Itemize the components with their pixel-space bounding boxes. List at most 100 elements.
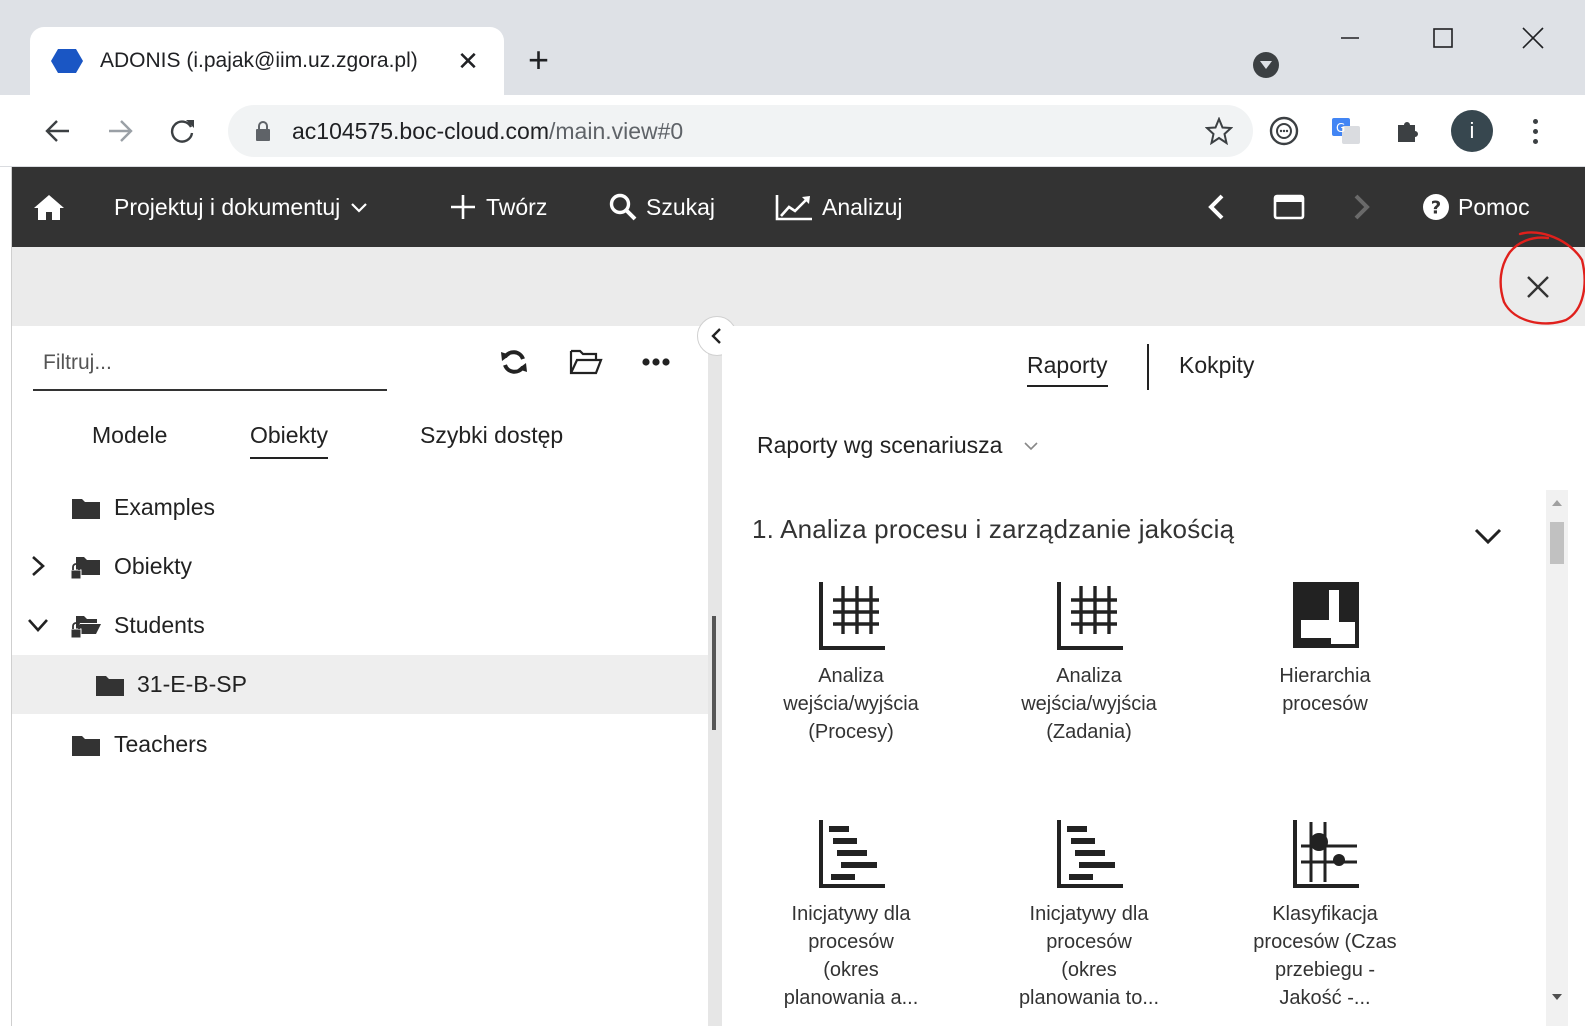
tab-objects[interactable]: Obiekty	[250, 422, 328, 459]
browser-menu-button[interactable]	[1520, 113, 1550, 149]
report-label: Analiza wejścia/wyjścia (Procesy)	[783, 665, 919, 743]
tab-divider	[1147, 344, 1149, 390]
report-label: Inicjatywy dla procesów (okres planowania t…	[1018, 903, 1160, 1009]
reload-icon	[170, 120, 194, 143]
new-tab-button[interactable]: +	[528, 40, 549, 80]
dot-icon	[1532, 128, 1538, 134]
reports-scrollbar[interactable]	[1546, 490, 1568, 1026]
close-panel-button[interactable]	[1518, 267, 1558, 307]
extensions-puzzle-button[interactable]	[1390, 113, 1426, 149]
folder-icon	[72, 736, 100, 756]
maximize-button[interactable]	[1413, 18, 1473, 58]
chat-extension-icon	[1269, 116, 1299, 146]
bookmark-star-icon[interactable]	[1205, 117, 1233, 145]
extension-button[interactable]	[1266, 113, 1302, 149]
search-button[interactable]: Szukaj	[608, 167, 715, 247]
svg-text:G: G	[1336, 121, 1345, 135]
chevron-down-icon	[1024, 441, 1039, 450]
folder-open-locked-icon	[70, 616, 101, 639]
design-menu-label: Projektuj i dokumentuj	[114, 193, 341, 220]
dot-icon	[1532, 118, 1538, 124]
matrix-icon	[819, 582, 885, 650]
tab-reports[interactable]: Raporty	[1027, 352, 1108, 387]
refresh-button[interactable]	[496, 344, 532, 380]
chevron-down-icon	[1474, 528, 1502, 545]
ellipsis-icon	[642, 358, 670, 366]
open-folder-button[interactable]	[568, 344, 604, 380]
tree-item-students[interactable]: Students	[12, 596, 708, 655]
report-label: Analiza wejścia/wyjścia (Zadania)	[1021, 665, 1157, 743]
analyze-button[interactable]: Analizuj	[774, 167, 903, 247]
browser-toolbar: ac104575.boc-cloud.com/main.view#0 G i	[0, 95, 1585, 167]
minimize-icon	[1341, 37, 1359, 39]
tree-item-obiekty[interactable]: Obiekty	[12, 537, 708, 596]
explorer-panel: Modele Obiekty Szybki dostęp Examples Ob…	[12, 326, 708, 1026]
adonis-logo-icon	[51, 49, 83, 73]
window-switch-button[interactable]	[1272, 167, 1314, 247]
media-control-icon[interactable]	[1253, 52, 1279, 78]
url-path: /main.view#0	[549, 117, 684, 144]
section-title: 1. Analiza procesu i zarządzanie jakości…	[752, 514, 1235, 544]
section-collapse-button[interactable]	[1470, 518, 1506, 554]
report-label: Hierarchia procesów	[1279, 665, 1371, 715]
lock-icon	[256, 121, 270, 141]
home-button[interactable]	[32, 167, 74, 247]
help-button[interactable]: ? Pomoc	[1422, 167, 1530, 247]
portfolio-icon	[1293, 820, 1359, 888]
window-close-button[interactable]	[1503, 18, 1563, 58]
app-header: Projektuj i dokumentuj Twórz Szukaj Anal…	[12, 167, 1585, 247]
translate-extension-button[interactable]: G	[1328, 113, 1364, 149]
create-label: Twórz	[486, 193, 548, 220]
tree-item-label: Obiekty	[114, 553, 192, 579]
report-process-classification[interactable]: Klasyfikacja procesów (Czas przebiegu - Jak…	[1230, 816, 1420, 1012]
profile-avatar[interactable]: i	[1451, 110, 1493, 152]
report-initiatives-planning-a[interactable]: Inicjatywy dla procesów (okres planowania a…	[756, 816, 946, 1012]
scroll-down-icon[interactable]	[1546, 990, 1568, 1004]
url-host: ac104575.boc-cloud.com	[292, 117, 549, 144]
next-window-button[interactable]	[1348, 167, 1382, 247]
tab-close-icon[interactable]: ✕	[454, 46, 482, 77]
tree-item-examples[interactable]: Examples	[12, 478, 708, 537]
minimize-button[interactable]	[1320, 18, 1380, 58]
scrollbar-thumb[interactable]	[1550, 522, 1564, 564]
more-options-button[interactable]	[638, 344, 674, 380]
report-process-hierarchy[interactable]: Hierarchia procesów	[1230, 578, 1420, 718]
tree-item-label: Students	[114, 612, 205, 638]
folder-icon	[96, 676, 124, 696]
tab-models[interactable]: Modele	[92, 422, 167, 457]
create-button[interactable]: Twórz	[448, 167, 547, 247]
reload-button[interactable]	[162, 111, 202, 151]
chevron-right-icon[interactable]	[26, 554, 50, 578]
panel-toolbar-strip	[12, 247, 1585, 326]
plus-icon	[451, 195, 475, 219]
tab-quick-access[interactable]: Szybki dostęp	[420, 422, 563, 457]
window-close-icon	[1522, 27, 1544, 49]
browser-tab[interactable]: ADONIS (i.pajak@iim.uz.zgora.pl) ✕	[30, 27, 504, 95]
address-bar[interactable]: ac104575.boc-cloud.com/main.view#0	[228, 105, 1253, 157]
report-initiatives-planning-to[interactable]: Inicjatywy dla procesów (okres planowania t…	[994, 816, 1184, 1012]
refresh-icon	[501, 350, 527, 374]
tree-item-teachers[interactable]: Teachers	[12, 715, 708, 774]
svg-text:?: ?	[1431, 198, 1441, 219]
scenario-select[interactable]: Raporty wg scenariusza	[757, 432, 1040, 459]
back-button[interactable]	[38, 111, 78, 151]
tab-cockpits[interactable]: Kokpity	[1179, 352, 1254, 385]
chevron-down-icon[interactable]	[26, 613, 50, 637]
previous-window-button[interactable]	[1204, 167, 1238, 247]
report-io-analysis-processes[interactable]: Analiza wejścia/wyjścia (Procesy)	[756, 578, 946, 746]
folder-icon	[72, 499, 100, 519]
chevron-right-icon	[1354, 194, 1370, 220]
scroll-up-icon[interactable]	[1546, 496, 1568, 510]
chevron-left-icon	[1208, 194, 1224, 220]
arrow-right-icon	[109, 120, 133, 142]
filter-input[interactable]	[33, 336, 387, 391]
puzzle-icon	[1398, 122, 1418, 142]
dot-icon	[1532, 138, 1538, 144]
design-and-document-menu[interactable]: Projektuj i dokumentuj	[114, 167, 378, 247]
reports-panel: Raporty Kokpity Raporty wg scenariusza 1…	[722, 326, 1585, 1026]
report-io-analysis-tasks[interactable]: Analiza wejścia/wyjścia (Zadania)	[994, 578, 1184, 746]
splitter-grip[interactable]	[712, 616, 716, 730]
arrow-left-icon	[45, 120, 69, 142]
tree-item-31-e-b-sp[interactable]: 31-E-B-SP	[12, 655, 708, 714]
forward-button[interactable]	[100, 111, 140, 151]
